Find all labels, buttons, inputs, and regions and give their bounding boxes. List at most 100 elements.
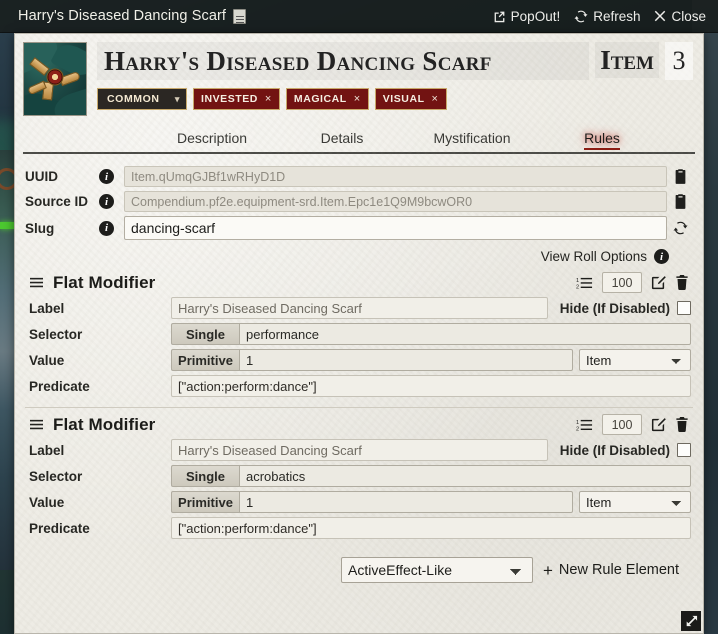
item-quantity-input[interactable]: 3 (665, 42, 693, 80)
item-image[interactable] (23, 42, 87, 116)
rule-selector-row: Selector Single (27, 465, 691, 487)
popout-button[interactable]: PopOut! (493, 8, 561, 24)
window-controls: PopOut! Refresh Close (493, 9, 706, 24)
rule-predicate-row: Predicate (27, 375, 691, 397)
trait-chip-visual[interactable]: VISUAL × (374, 88, 447, 110)
slug-label: Slug (25, 220, 55, 236)
close-button[interactable]: Close (654, 9, 706, 24)
rule-predicate-row: Predicate (27, 517, 691, 539)
item-name-input[interactable]: Harry's Diseased Dancing Scarf (97, 42, 590, 80)
rule-value-row: Value Primitive Item (27, 491, 691, 513)
rule-label-input[interactable] (171, 439, 548, 461)
rarity-select[interactable]: COMMON ▾ (97, 88, 187, 110)
rule-priority-input[interactable] (602, 414, 642, 435)
slug-input[interactable] (124, 216, 667, 240)
edit-rule-icon[interactable] (651, 275, 666, 290)
new-rule-type-select[interactable]: ActiveEffect-Like (340, 557, 533, 583)
uuid-info-icon[interactable]: i (99, 169, 114, 184)
rule-element-title: Flat Modifier (53, 414, 156, 434)
trait-label: MAGICAL (293, 93, 347, 105)
selector-group: Single (171, 465, 691, 487)
value-mode-button[interactable]: Primitive (171, 491, 239, 513)
rule-priority-icon: 1 2 (576, 276, 593, 290)
popout-label: PopOut! (510, 8, 561, 24)
regenerate-slug-icon[interactable] (667, 221, 693, 235)
delete-rule-icon[interactable] (675, 275, 689, 290)
trait-label: INVESTED (201, 93, 258, 105)
trait-chip-magical[interactable]: MAGICAL × (285, 88, 369, 110)
source-id-label: Source ID (25, 194, 89, 209)
tab-label: Mystification (433, 130, 511, 146)
hide-if-disabled-checkbox[interactable] (677, 301, 691, 315)
uuid-row: UUID i (25, 166, 693, 187)
trait-chip-invested[interactable]: INVESTED × (193, 88, 280, 110)
rule-predicate-label: Predicate (29, 378, 90, 394)
view-roll-options-button[interactable]: View Roll Options i (25, 244, 693, 264)
journal-icon (233, 8, 247, 24)
remove-trait-icon[interactable]: × (265, 93, 272, 105)
rule-type-select[interactable]: Item (579, 349, 691, 371)
copy-uuid-icon[interactable] (667, 169, 693, 184)
selector-mode-button[interactable]: Single (171, 323, 239, 345)
rule-selector-input[interactable] (239, 323, 691, 345)
rarity-value: COMMON (107, 93, 160, 105)
value-group: Primitive (171, 491, 573, 513)
uuid-input[interactable] (124, 166, 667, 187)
value-mode-button[interactable]: Primitive (171, 349, 239, 371)
hide-if-disabled-group: Hide (If Disabled) (548, 301, 691, 316)
item-header: Harry's Diseased Dancing Scarf Item 3 CO… (15, 34, 703, 122)
refresh-button[interactable]: Refresh (574, 9, 640, 24)
refresh-icon (574, 10, 588, 23)
svg-text:2: 2 (576, 284, 579, 289)
item-header-right: Harry's Diseased Dancing Scarf Item 3 CO… (97, 42, 695, 116)
rule-priority-input[interactable] (602, 272, 642, 293)
rule-value-label: Value (29, 352, 65, 368)
remove-trait-icon[interactable]: × (354, 93, 361, 105)
tab-rules[interactable]: Rules (537, 130, 667, 152)
rule-element-block: Flat Modifier 1 2 100 Label Harry's Dise… (25, 407, 693, 539)
slug-info-icon[interactable]: i (99, 220, 114, 236)
tab-description[interactable]: Description (147, 130, 277, 152)
svg-text:1: 1 (576, 278, 579, 284)
selector-mode-button[interactable]: Single (171, 465, 239, 487)
sheet-tabs: Description Details Mystification Rules (23, 124, 695, 154)
new-rule-element-label: New Rule Element (558, 562, 679, 578)
tab-details[interactable]: Details (277, 130, 407, 152)
trait-label: VISUAL (382, 93, 425, 105)
rule-type-select[interactable]: Item (579, 491, 691, 513)
item-type-label: Item (595, 42, 659, 78)
brooch-icon (27, 56, 83, 102)
remove-trait-icon[interactable]: × (432, 93, 439, 105)
rule-predicate-input[interactable] (171, 375, 691, 397)
rule-value-input[interactable] (239, 491, 573, 513)
rule-element-header: Flat Modifier 1 2 (27, 414, 691, 439)
rule-element-header: Flat Modifier 1 2 (27, 272, 691, 297)
source-id-row: Source ID i (25, 191, 693, 212)
drag-handle-icon[interactable] (29, 276, 44, 289)
item-traits-row: COMMON ▾ INVESTED × MAGICAL × VISUAL × (97, 88, 695, 110)
source-id-info-icon[interactable]: i (99, 194, 114, 209)
copy-source-id-icon[interactable] (667, 194, 693, 209)
rule-label-input[interactable] (171, 297, 548, 319)
tab-mystification[interactable]: Mystification (407, 130, 537, 152)
rule-value-input[interactable] (239, 349, 573, 371)
slug-row: Slug i (25, 216, 693, 240)
drag-handle-icon[interactable] (29, 418, 44, 431)
resize-handle[interactable] (681, 611, 701, 631)
tab-label: Description (176, 130, 248, 146)
hide-if-disabled-checkbox[interactable] (677, 443, 691, 457)
rule-label-row: Label Hide (If Disabled) (27, 297, 691, 319)
view-roll-options-info-icon[interactable]: i (654, 249, 669, 264)
value-group: Primitive (171, 349, 573, 371)
rule-element-block: Flat Modifier 1 2 100 Label Harry's Dise… (25, 272, 693, 397)
window-title: Harry's Diseased Dancing Scarf (18, 8, 227, 24)
delete-rule-icon[interactable] (675, 417, 689, 432)
source-id-input[interactable] (124, 191, 667, 212)
new-rule-element-button[interactable]: + New Rule Element (543, 562, 683, 579)
popout-icon (493, 10, 506, 23)
rule-predicate-input[interactable] (171, 517, 691, 539)
rule-selector-input[interactable] (239, 465, 691, 487)
rule-label-row: Label Hide (If Disabled) (27, 439, 691, 461)
edit-rule-icon[interactable] (651, 417, 666, 432)
uuid-label: UUID (25, 169, 58, 184)
